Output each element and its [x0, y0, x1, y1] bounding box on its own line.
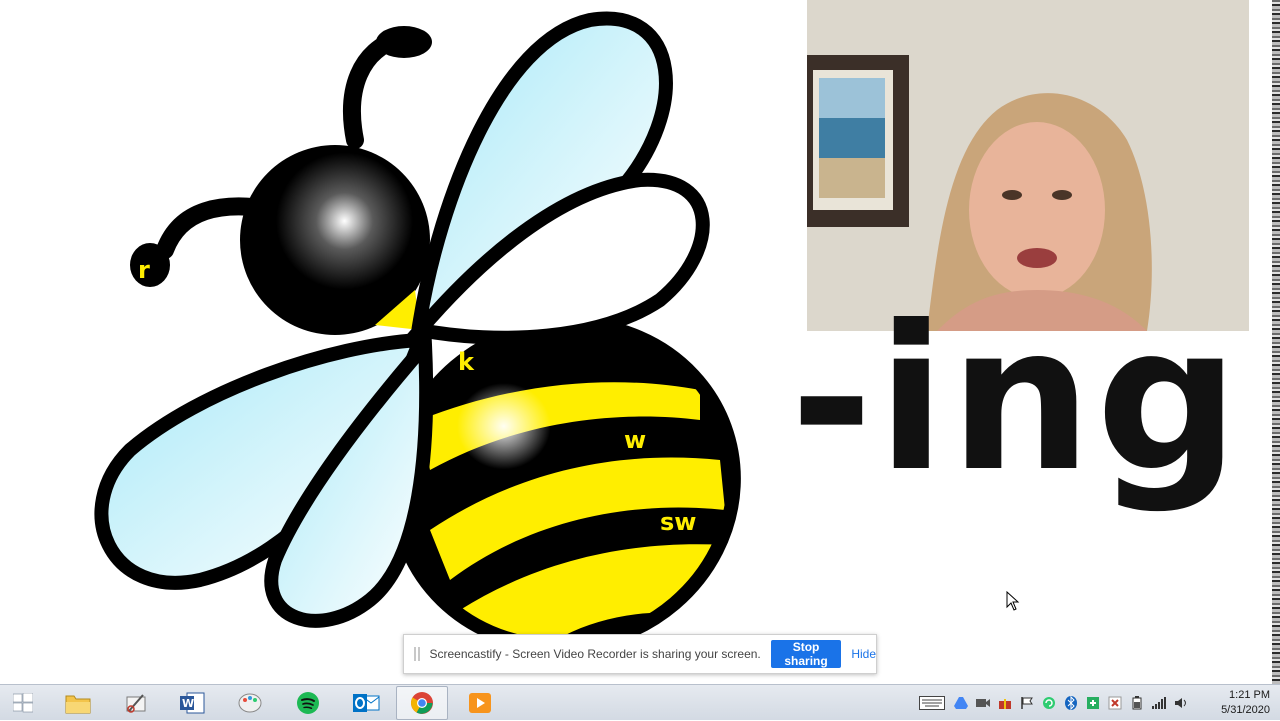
folder-icon: [65, 695, 91, 714]
word-icon: W: [180, 692, 205, 714]
webcam-overlay: [807, 0, 1249, 331]
gift-icon[interactable]: [998, 696, 1012, 710]
taskbar-word[interactable]: W: [166, 686, 218, 720]
google-drive-icon[interactable]: [954, 696, 968, 710]
spotify-icon: [297, 692, 319, 714]
mouse-pointer-icon: [1006, 591, 1020, 611]
windows-taskbar: W 1:21 PM 5/31/2020: [0, 684, 1280, 720]
screen-share-notification: Screencastify - Screen Video Recorder is…: [403, 634, 877, 674]
system-clock[interactable]: 1:21 PM 5/31/2020: [1210, 688, 1270, 718]
taskbar-snipping-tool[interactable]: [110, 686, 162, 720]
keyboard-icon[interactable]: [918, 696, 946, 710]
safely-remove-icon[interactable]: [1086, 696, 1100, 710]
bluetooth-icon[interactable]: [1064, 696, 1078, 710]
clock-date: 5/31/2020: [1221, 704, 1270, 716]
volume-icon[interactable]: [1174, 696, 1188, 710]
taskbar-paint[interactable]: [224, 686, 276, 720]
paint-icon: [238, 693, 262, 713]
stop-sharing-button[interactable]: Stop sharing: [770, 640, 842, 668]
person-face: [969, 122, 1105, 298]
hide-link[interactable]: Hide: [851, 647, 876, 661]
start-button[interactable]: [0, 686, 46, 720]
bee-label-k: k: [458, 348, 475, 376]
ing-suffix: -ing: [790, 283, 1244, 516]
flag-icon[interactable]: [1020, 696, 1034, 710]
taskbar-chrome[interactable]: [396, 686, 448, 720]
edge-noise-strip: [1272, 0, 1280, 684]
system-tray: [918, 685, 1196, 721]
screencastify-icon: [469, 693, 491, 713]
clock-time: 1:21 PM: [1229, 689, 1270, 701]
bee-label-r: r: [138, 256, 150, 284]
outlook-icon: [353, 694, 380, 712]
bee-label-sw: sw: [660, 508, 696, 536]
error-icon[interactable]: [1108, 696, 1122, 710]
taskbar-screencastify[interactable]: [454, 686, 506, 720]
screen-canvas: r k w sl sw s -ing Screencastify - Scree…: [0, 0, 1280, 684]
bee-label-s: s: [563, 560, 577, 588]
windows-logo-icon: [13, 693, 33, 713]
taskbar-spotify[interactable]: [282, 686, 334, 720]
battery-icon[interactable]: [1130, 696, 1144, 710]
drag-handle-icon[interactable]: [414, 647, 420, 661]
scissors-pen-icon: [126, 694, 146, 713]
signal-icon[interactable]: [1152, 696, 1166, 710]
taskbar-file-explorer[interactable]: [52, 686, 104, 720]
taskbar-outlook[interactable]: [340, 686, 392, 720]
bee-head: [240, 145, 430, 335]
bee-label-sl: sl: [471, 500, 494, 528]
chrome-icon: [411, 692, 433, 714]
sync-icon[interactable]: [1042, 696, 1056, 710]
bee-label-w: w: [624, 426, 646, 454]
svg-text:W: W: [182, 697, 194, 710]
share-message: Screencastify - Screen Video Recorder is…: [429, 647, 761, 661]
camera-icon[interactable]: [976, 696, 990, 710]
bumblebee-illustration: r k w sl sw s: [94, 11, 741, 684]
